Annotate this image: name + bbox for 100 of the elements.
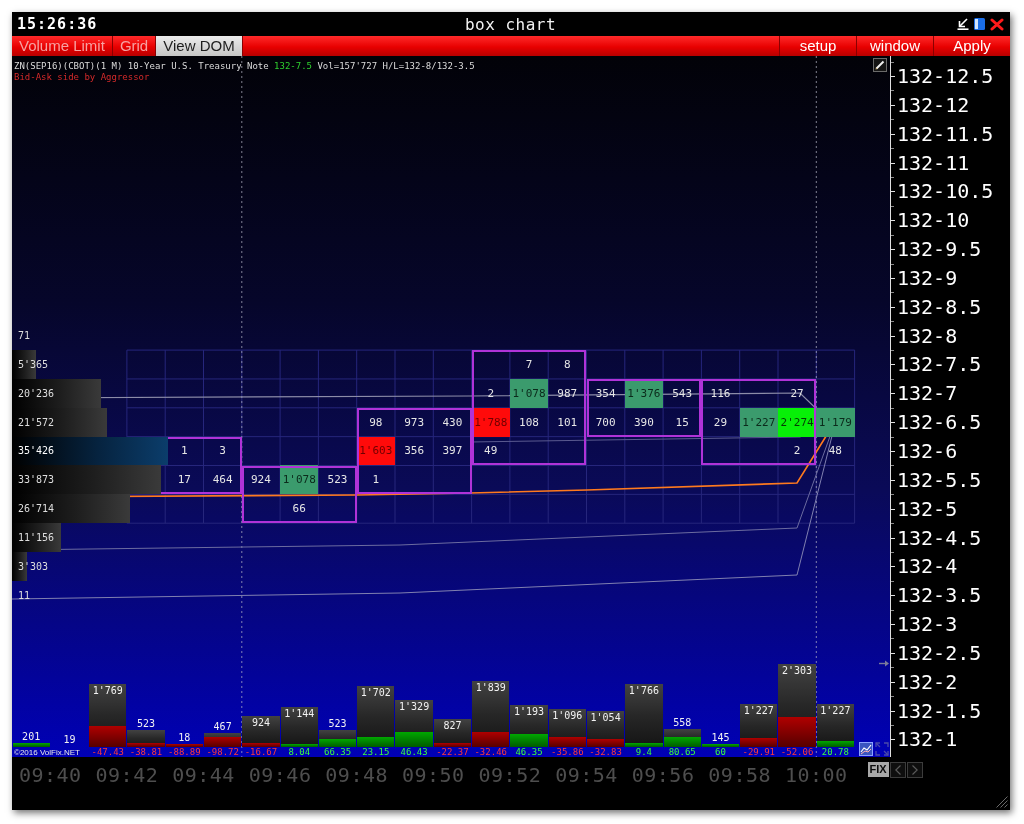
chevron-right-icon	[911, 765, 918, 775]
window-title: box chart	[464, 14, 557, 34]
time-label: 09:56	[631, 762, 695, 787]
delta-value: 60	[715, 748, 726, 757]
volume-label: 1'227	[820, 705, 851, 717]
delta-value: -52.06	[780, 748, 814, 757]
time-label: 09:48	[325, 762, 389, 787]
profile-volume-label: 5'365	[18, 357, 49, 372]
volume-label: 523	[328, 718, 347, 730]
profile-volume-label: 11	[18, 588, 31, 603]
time-label: 09:40	[18, 762, 82, 787]
footprint-cell-text: 987	[556, 385, 579, 402]
footprint-cell-text: 356	[403, 443, 426, 460]
delta-value: -22.37	[436, 748, 469, 757]
profile-volume-label: 20'236	[18, 386, 55, 401]
volume-label: 1'144	[284, 708, 315, 720]
delta-value: -47.43	[91, 748, 124, 757]
price-label: 132-7	[897, 381, 958, 406]
menu-toggle[interactable]: View DOM	[156, 36, 243, 56]
volume-label: 1'193	[513, 706, 545, 718]
delta-value: -16.67	[244, 748, 278, 757]
footprint-cell-text: 8	[563, 356, 572, 373]
delta-value: -32.46	[474, 748, 507, 757]
footprint-cell-text: 430	[441, 414, 464, 431]
delta-value: -29.91	[742, 748, 776, 757]
volume-label: 1'766	[628, 685, 659, 697]
price-label: 132-1.5	[897, 698, 982, 723]
footprint-cell-text: 700	[594, 414, 617, 431]
profile-volume-label: 26'714	[18, 502, 55, 517]
volume-label: 523	[137, 718, 156, 730]
delta-value: 46.43	[400, 748, 428, 757]
instrument-info: ZN(SEP16)(CBOT)(1 M) 10-Year U.S. Treasury Note 132-7.5 Vol=157'727 H/L=132-8/132-3.5	[14, 61, 475, 72]
price-label: 132-6.5	[897, 410, 982, 435]
volume-label: 1'839	[475, 682, 506, 694]
footprint-cell-text: 101	[556, 414, 579, 431]
time-label: 09:46	[248, 762, 312, 787]
delta-value: 66.35	[323, 748, 352, 757]
volume-label: 1'054	[590, 711, 621, 723]
price-label: 132-2.5	[897, 640, 982, 665]
price-label: 132-7.5	[897, 352, 982, 377]
scroll-left-button[interactable]	[889, 762, 906, 778]
footprint-cell-text: 464	[211, 472, 234, 489]
footprint-cell-text: 29	[712, 414, 729, 431]
delta-value: 20.78	[821, 748, 849, 757]
volume-label: 1'227	[743, 705, 774, 717]
time-label: 09:58	[708, 762, 772, 787]
volume-label: 1'329	[399, 701, 430, 713]
footprint-cell-text: 354	[594, 385, 617, 402]
footprint-cell-text: 1	[180, 443, 189, 460]
price-label: 132-1	[897, 727, 958, 752]
price-label: 132-3.5	[897, 583, 982, 608]
footprint-cell: 1'179	[816, 407, 855, 437]
volume-label: 1'769	[92, 684, 123, 696]
minimize-icon[interactable]	[957, 18, 969, 30]
time-label: 09:52	[478, 762, 542, 787]
price-label: 132-11	[897, 150, 970, 175]
aggressor-mode-label: Bid-Ask side by Aggressor	[14, 72, 150, 83]
delta-value: -88.89	[168, 748, 201, 757]
resize-grip-icon[interactable]	[996, 796, 1008, 808]
footprint-cell-text: 2	[486, 385, 495, 402]
volume-label: 1'702	[360, 687, 391, 699]
footprint-cell-text: 98	[368, 414, 384, 431]
footprint-cell-text: 15	[674, 414, 690, 431]
maximize-icon[interactable]	[974, 18, 985, 30]
volume-label: 145	[711, 732, 730, 743]
delta-value: 80.65	[668, 748, 696, 757]
footprint-cell-text: 27	[789, 385, 805, 402]
footprint-cell-text: 49	[483, 443, 499, 460]
delta-value: 9.4	[635, 748, 653, 757]
footprint-cell-text: 2	[792, 443, 802, 460]
price-label: 132-6	[897, 439, 958, 463]
price-label: 132-5.5	[897, 467, 982, 492]
price-label: 132-4.5	[897, 525, 982, 550]
close-icon[interactable]	[990, 17, 1004, 31]
footprint-cell-text: 7	[524, 356, 534, 373]
scroll-right-button[interactable]	[906, 762, 923, 778]
delta-value: -32.83	[589, 748, 622, 757]
time-label: 09:54	[555, 762, 618, 787]
price-label: 132-4	[897, 554, 958, 579]
volume-label: 924	[251, 716, 270, 728]
footprint-cell-text: 1	[371, 472, 381, 489]
volume-label: 19	[63, 734, 76, 745]
volume-label: 18	[178, 732, 191, 743]
footprint-cell-text: 973	[403, 414, 426, 431]
copyright-label: ©2016 VolFix.NET	[14, 748, 80, 757]
profile-volume-label: 21'572	[18, 415, 55, 430]
delta-bar	[548, 737, 586, 747]
price-label: 132-9.5	[897, 237, 982, 262]
volume-label: 467	[213, 720, 232, 732]
fix-button[interactable]: FIX	[867, 762, 889, 777]
pencil-icon[interactable]	[873, 58, 887, 72]
price-label: 132-11.5	[897, 121, 994, 146]
profile-volume-label: 11'156	[18, 531, 55, 545]
footprint-cell-text: 48	[827, 443, 843, 460]
price-label: 132-5	[897, 496, 958, 521]
footprint-cell-text: 108	[518, 414, 540, 431]
price-label: 132-2	[897, 669, 958, 694]
chart-icon[interactable]	[859, 742, 873, 756]
arrow-right-icon	[879, 660, 889, 667]
price-label: 132-10.5	[897, 179, 994, 204]
